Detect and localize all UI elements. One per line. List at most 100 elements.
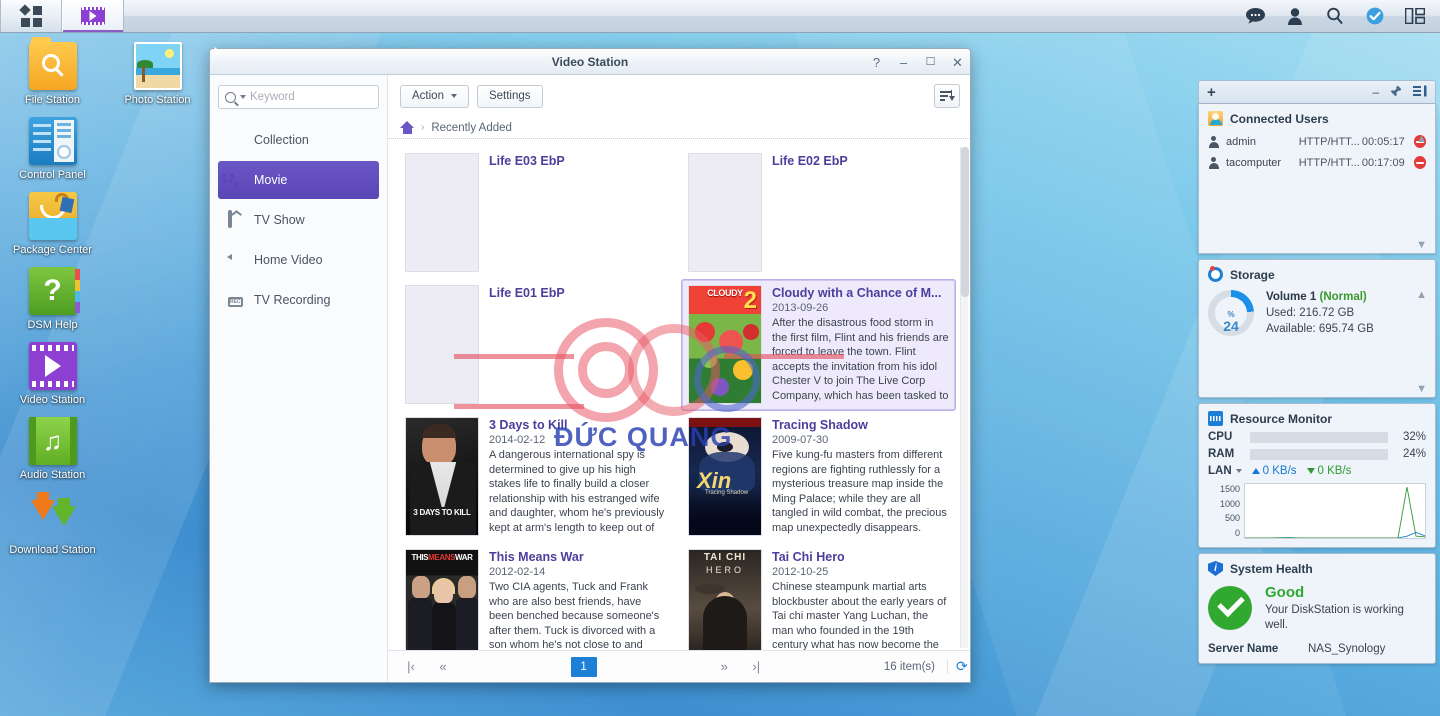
- widget-body: CPU 32% RAM 24% LAN 0 KB/s 0 KB/s 1500 1…: [1199, 431, 1435, 547]
- video-card[interactable]: Life E02 EbP: [681, 147, 956, 279]
- video-title[interactable]: Cloudy with a Chance of M...: [772, 285, 949, 301]
- breadcrumb-current[interactable]: Recently Added: [431, 122, 512, 134]
- poster-thumbnail: [405, 285, 479, 404]
- widget-resource-monitor: Resource Monitor CPU 32% RAM 24% LAN 0 K…: [1198, 403, 1436, 548]
- sidebar-item-collection[interactable]: Collection: [218, 121, 379, 159]
- video-card[interactable]: Life E03 EbP: [398, 147, 673, 279]
- help-button[interactable]: ?: [870, 56, 883, 69]
- maximize-button[interactable]: ☐: [924, 56, 937, 69]
- server-name-value: NAS_Synology: [1308, 643, 1386, 655]
- chat-bubble-icon[interactable]: [1244, 5, 1266, 27]
- pin-icon[interactable]: [1390, 85, 1402, 100]
- desktop-icon-photo-station[interactable]: Photo Station: [105, 42, 210, 107]
- scrollbar-thumb[interactable]: [961, 147, 969, 297]
- control-panel-icon: [28, 117, 77, 165]
- desktop-icon-file-station[interactable]: File Station: [0, 37, 105, 107]
- lan-selector[interactable]: LAN: [1208, 465, 1242, 477]
- video-title[interactable]: Tai Chi Hero: [772, 549, 949, 565]
- minimize-button[interactable]: –: [897, 56, 910, 69]
- arrow-down-icon: [1306, 468, 1315, 474]
- desktop-icons: File Station Photo Station Control Panel…: [0, 36, 210, 561]
- add-widget-button[interactable]: +: [1207, 84, 1216, 101]
- desktop-icon-control-panel[interactable]: Control Panel: [0, 117, 105, 182]
- next-page-button[interactable]: »: [709, 659, 739, 674]
- desktop-icon-audio-station[interactable]: ♫ Audio Station: [0, 417, 105, 482]
- video-info: Life E02 EbP: [772, 153, 949, 273]
- sidebar-item-label: Home Video: [254, 253, 323, 267]
- content-scrollbar[interactable]: [960, 147, 969, 648]
- search-box[interactable]: [218, 85, 404, 109]
- storage-available: Available: 695.74 GB: [1266, 323, 1374, 335]
- desktop-icon-download-station[interactable]: Download Station: [0, 492, 105, 557]
- home-icon[interactable]: [400, 121, 414, 134]
- video-title[interactable]: Life E03 EbP: [489, 153, 666, 169]
- desktop-icon-package-center[interactable]: Package Center: [0, 192, 105, 257]
- person-icon[interactable]: [1284, 5, 1306, 27]
- video-title[interactable]: Tracing Shadow: [772, 417, 949, 433]
- dsm-help-icon: ?: [28, 267, 80, 315]
- video-title[interactable]: 3 Days to Kill: [489, 417, 666, 433]
- video-card[interactable]: XinTracing Shadow Tracing Shadow 2009-07…: [681, 411, 956, 543]
- poster-thumbnail: [405, 153, 479, 272]
- action-button[interactable]: Action: [400, 84, 469, 108]
- video-card-selected[interactable]: CLOUDY 2 Cloudy with a Chance of M... 201…: [681, 279, 956, 411]
- user-protocol: HTTP/HTT...: [1298, 135, 1360, 148]
- video-card[interactable]: Life E01 EbP: [398, 279, 673, 411]
- sidebar-item-tv-recording[interactable]: REC TV Recording: [218, 281, 379, 319]
- y-tick: 1500: [1219, 484, 1240, 494]
- sidebar-item-home-video[interactable]: Home Video: [218, 241, 379, 279]
- desktop-icon-dsm-help[interactable]: ? DSM Help: [0, 267, 105, 332]
- lan-row: LAN 0 KB/s 0 KB/s: [1208, 465, 1426, 477]
- chevron-down-icon: [450, 94, 457, 98]
- main-menu-button[interactable]: [0, 0, 62, 32]
- cpu-row: CPU 32%: [1208, 431, 1426, 443]
- video-station-icon: [81, 7, 105, 25]
- close-button[interactable]: ✕: [951, 56, 964, 69]
- panel-layout-icon[interactable]: [1404, 5, 1426, 27]
- search-input[interactable]: [250, 91, 404, 103]
- package-center-icon: [28, 192, 77, 240]
- chevron-up-icon[interactable]: ▲: [1416, 133, 1427, 145]
- sort-button[interactable]: [934, 84, 960, 108]
- settings-button-label: Settings: [488, 90, 531, 102]
- disconnect-icon[interactable]: [1413, 156, 1426, 169]
- volume-name: Volume 1: [1266, 291, 1317, 303]
- widget-title: Resource Monitor: [1230, 411, 1333, 426]
- page-number-1[interactable]: 1: [570, 656, 597, 677]
- dock-right-icon[interactable]: [1413, 85, 1427, 100]
- search-icon[interactable]: [1324, 5, 1346, 27]
- video-title[interactable]: Life E02 EbP: [772, 153, 949, 169]
- taskbar-app-video-station[interactable]: [62, 0, 124, 32]
- last-page-button[interactable]: ›|: [741, 659, 771, 674]
- chevron-up-icon[interactable]: ▲: [1416, 289, 1427, 301]
- sidebar-item-movie[interactable]: Movie: [218, 161, 379, 199]
- audio-station-icon: ♫: [28, 417, 77, 465]
- download-station-icon: [29, 492, 77, 540]
- blue-check-circle-icon[interactable]: [1364, 5, 1386, 27]
- sidebar-item-tv-show[interactable]: TV Show: [218, 201, 379, 239]
- ram-row: RAM 24%: [1208, 448, 1426, 460]
- refresh-icon[interactable]: ⟳: [947, 659, 968, 674]
- first-page-button[interactable]: |‹: [396, 659, 426, 674]
- cpu-label: CPU: [1208, 431, 1233, 443]
- user-duration: 00:17:09: [1361, 156, 1405, 169]
- video-card[interactable]: 3 DAYS TO KILL 3 Days to Kill 2014-02-12…: [398, 411, 673, 543]
- desktop-icon-label: Control Panel: [19, 169, 86, 181]
- chevron-down-icon[interactable]: ▼: [1416, 383, 1427, 395]
- settings-button[interactable]: Settings: [476, 84, 543, 108]
- video-title[interactable]: This Means War: [489, 549, 666, 565]
- chevron-down-icon[interactable]: ▼: [1416, 239, 1427, 251]
- video-title[interactable]: Life E01 EbP: [489, 285, 666, 301]
- prev-page-button[interactable]: «: [428, 659, 458, 674]
- window-titlebar[interactable]: Video Station ? – ☐ ✕: [210, 47, 970, 75]
- storage-summary: 24% Volume 1 (Normal) Used: 216.72 GB Av…: [1208, 287, 1426, 337]
- search-icon: [225, 91, 236, 103]
- health-message: Your DiskStation is working well.: [1265, 604, 1404, 631]
- chevron-down-icon[interactable]: [240, 95, 246, 99]
- user-protocol: HTTP/HTT...: [1298, 156, 1360, 169]
- desktop-icon-video-station[interactable]: Video Station: [0, 342, 105, 407]
- content-toolbar: Action Settings: [388, 75, 970, 117]
- widget-minimize-button[interactable]: –: [1372, 85, 1379, 99]
- video-card[interactable]: TAI CHIHERO THE STEAMPUNK FEATURE Tai Ch…: [681, 543, 956, 650]
- video-card[interactable]: THISMEANSWAR This Means War 2012-02-14 T…: [398, 543, 673, 650]
